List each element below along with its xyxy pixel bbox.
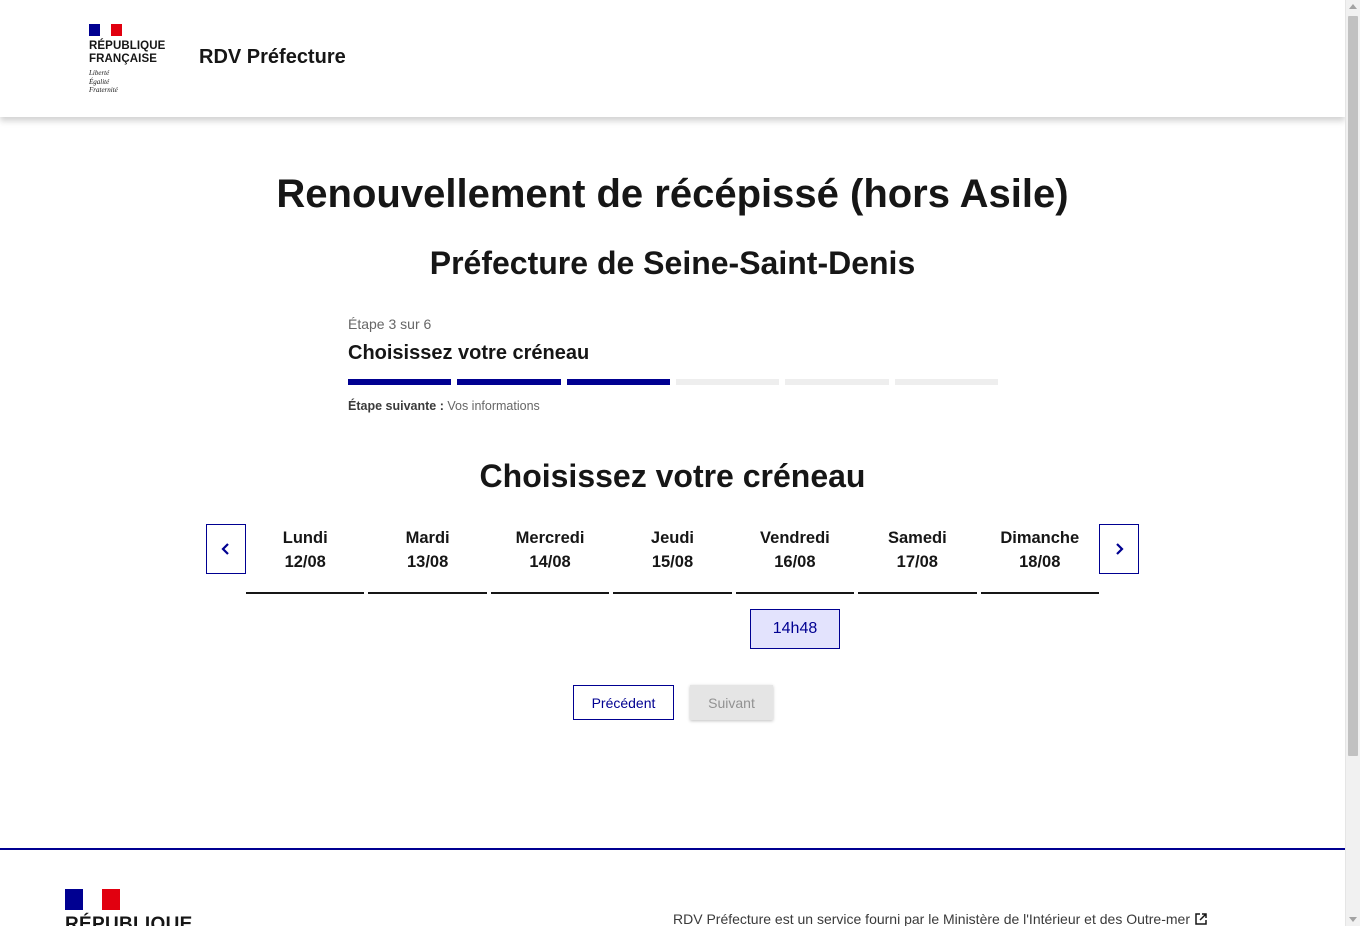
step-progress [348,379,998,385]
step-progress-segment [675,379,780,385]
page-title: Renouvellement de récépissé (hors Asile) [276,172,1069,216]
next-step-button[interactable]: Suivant [690,685,773,720]
next-week-button[interactable] [1099,524,1139,574]
day-column: Mercredi 14/08 [490,524,610,594]
step-progress-segment [566,379,670,385]
external-link-icon [1195,913,1207,925]
days-row: Lundi 12/08 Mardi 13/08 Mercredi 14/08 J… [246,524,1099,594]
slot-section-title: Choisissez votre créneau [479,458,866,494]
day-date: 18/08 [1019,553,1061,571]
previous-week-button[interactable] [206,524,246,574]
day-name: Lundi [282,529,328,547]
day-date: 16/08 [774,553,816,571]
step-next: Étape suivante : Vos informations [348,399,998,413]
day-name: Mercredi [515,529,585,547]
scrollbar-thumb[interactable] [1348,16,1358,756]
scroll-down-icon[interactable] [1349,917,1357,922]
day-column: Jeudi 15/08 [613,524,732,594]
previous-step-button[interactable]: Précédent [573,685,674,720]
site-footer: RÉPUBLIQUE RDV Préfecture est un service… [0,848,1345,926]
devise: Liberté Égalité Fraternité [89,69,179,95]
day-column: Vendredi 16/08 [735,524,855,594]
marianne-flag-icon [89,24,122,36]
devise-liberte: Liberté [89,69,110,77]
chevron-right-icon [1116,543,1124,555]
page-scrollbar[interactable] [1345,0,1360,926]
day-name: Dimanche [1000,529,1080,547]
day-date: 13/08 [406,553,449,571]
day-name: Jeudi [650,529,695,547]
day-name: Vendredi [760,529,830,547]
day-date: 17/08 [896,553,938,571]
logo-line-2: FRANÇAISE [89,52,157,65]
site-header: RÉPUBLIQUE FRANÇAISE Liberté Égalité Fra… [0,0,1345,117]
day-date: 15/08 [651,553,694,571]
scroll-up-icon[interactable] [1349,4,1357,9]
logo-line-1: RÉPUBLIQUE [89,40,166,52]
logo-text: RÉPUBLIQUE FRANÇAISE [89,40,179,65]
chevron-left-icon [221,543,229,555]
day-date: 14/08 [529,553,571,571]
day-column: Samedi 17/08 [858,524,977,594]
day-column: Mardi 13/08 [368,524,487,594]
time-slot-button[interactable]: 14h48 [750,609,840,649]
step-progress-segment [348,379,452,385]
devise-fraternite: Fraternité [89,86,118,94]
devise-egalite: Égalité [89,77,110,86]
footer-description-text: RDV Préfecture est un service fourni par… [673,911,1190,926]
step-next-value: Vos informations [447,399,540,413]
step-next-label: Étape suivante : [348,399,444,413]
page-subtitle: Préfecture de Seine-Saint-Denis [429,245,916,281]
step-state: Étape 3 sur 6 [348,316,432,332]
day-date: 12/08 [284,553,326,571]
day-name: Mardi [405,529,450,547]
step-progress-segment [785,379,889,385]
stepper: Étape 3 sur 6 Choisissez votre créneau É… [348,316,998,413]
service-title[interactable]: RDV Préfecture [199,46,346,69]
day-name: Samedi [887,529,947,547]
marianne-flag-icon [65,889,120,910]
footer-republic-text: RÉPUBLIQUE [65,914,193,926]
step-progress-segment [894,379,998,385]
day-column: Lundi 12/08 [246,524,365,594]
footer-description[interactable]: RDV Préfecture est un service fourni par… [673,911,1207,926]
day-column: Dimanche 18/08 [980,524,1099,594]
republique-francaise-logo[interactable]: RÉPUBLIQUE FRANÇAISE Liberté Égalité Fra… [89,24,179,95]
step-title: Choisissez votre créneau [348,342,590,364]
step-progress-segment [457,379,561,385]
